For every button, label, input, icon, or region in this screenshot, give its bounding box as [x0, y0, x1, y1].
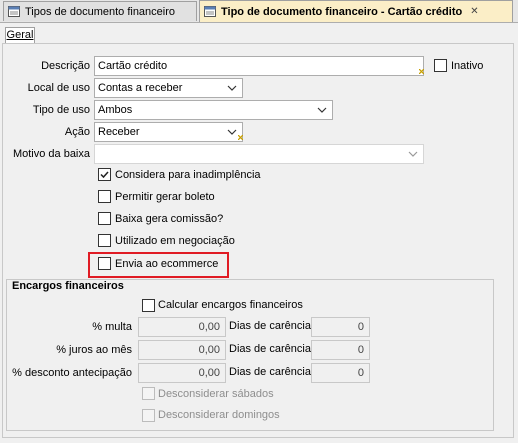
calcular-encargos-label: Calcular encargos financeiros [158, 299, 303, 311]
local-uso-value: Contas a receber [98, 82, 183, 94]
tab-bar: Tipos de documento financeiro Tipo de do… [0, 0, 518, 23]
utilizado-negociacao-label: Utilizado em negociação [115, 235, 235, 247]
desconsiderar-domingos-label: Desconsiderar domingos [158, 409, 280, 421]
considera-inadimplencia-checkbox[interactable] [98, 168, 111, 181]
baixa-gera-comissao-checkbox[interactable] [98, 212, 111, 225]
tipo-uso-label: Tipo de uso [32, 104, 90, 116]
acao-label: Ação [64, 126, 90, 138]
tab-label: Tipo de documento financeiro - Cartão cr… [221, 5, 463, 18]
subtab-geral[interactable]: Geral [5, 27, 35, 43]
subtab-label: Geral [6, 29, 34, 41]
required-marker-icon [419, 69, 424, 74]
local-uso-label: Local de uso [27, 82, 90, 94]
chevron-down-icon [227, 127, 237, 137]
tipo-uso-value: Ambos [98, 104, 133, 116]
desconsiderar-sabados-checkbox[interactable] [142, 387, 155, 400]
document-tab-icon [204, 6, 216, 17]
inativo-label: Inativo [451, 60, 484, 72]
desconto-input[interactable]: 0,00 [138, 363, 226, 383]
considera-inadimplencia-label: Considera para inadimplência [115, 169, 261, 181]
baixa-gera-comissao-label: Baixa gera comissão? [115, 213, 224, 225]
dias-carencia-label: Dias de carência [229, 343, 311, 355]
desconsiderar-sabados-label: Desconsiderar sábados [158, 388, 274, 400]
utilizado-negociacao-checkbox[interactable] [98, 234, 111, 247]
motivo-baixa-label: Motivo da baixa [12, 148, 90, 160]
dias-carencia-label: Dias de carência [229, 366, 311, 378]
desconsiderar-domingos-checkbox[interactable] [142, 409, 155, 422]
highlight-box [88, 252, 229, 278]
multa-input[interactable]: 0,00 [138, 317, 226, 337]
chevron-down-icon [408, 149, 418, 159]
tab-cartao-credito[interactable]: Tipo de documento financeiro - Cartão cr… [199, 0, 513, 22]
tab-label: Tipos de documento financeiro [25, 5, 176, 18]
juros-label: % juros ao mês [56, 344, 132, 356]
dias-carencia-juros-input[interactable]: 0 [311, 340, 370, 360]
required-marker-icon [238, 135, 243, 140]
chevron-down-icon [227, 83, 237, 93]
motivo-baixa-select[interactable] [94, 144, 424, 164]
dias-carencia-multa-input[interactable]: 0 [311, 317, 370, 337]
chevron-down-icon [317, 105, 327, 115]
dias-carencia-desconto-input[interactable]: 0 [311, 363, 370, 383]
acao-value: Receber [98, 126, 140, 138]
encargos-title: Encargos financeiros [12, 280, 124, 292]
desconto-label: % desconto antecipação [12, 367, 132, 379]
permitir-gerar-boleto-checkbox[interactable] [98, 190, 111, 203]
permitir-gerar-boleto-label: Permitir gerar boleto [115, 191, 215, 203]
calcular-encargos-checkbox[interactable] [142, 299, 155, 312]
local-uso-select[interactable]: Contas a receber [94, 78, 243, 98]
juros-input[interactable]: 0,00 [138, 340, 226, 360]
descricao-input[interactable]: Cartão crédito [94, 56, 424, 76]
close-icon[interactable]: ✕ [470, 6, 478, 17]
tab-tipos-documento[interactable]: Tipos de documento financeiro [3, 1, 197, 21]
acao-select[interactable]: Receber [94, 122, 243, 142]
tipo-uso-select[interactable]: Ambos [94, 100, 333, 120]
dias-carencia-label: Dias de carência [229, 320, 311, 332]
descricao-label: Descrição [41, 60, 90, 72]
document-tab-icon [8, 6, 20, 17]
multa-label: % multa [92, 321, 132, 333]
inativo-checkbox[interactable] [434, 59, 447, 72]
check-icon [100, 171, 109, 179]
